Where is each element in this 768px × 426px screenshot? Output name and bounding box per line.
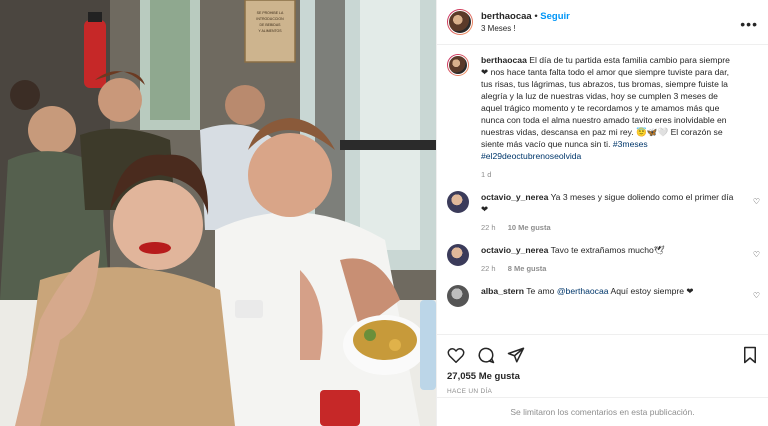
post-view: SE PROHIBE LA INTRODUCCION DE BEBIDAS Y … — [0, 0, 768, 426]
comment-username[interactable]: octavio_y_nerea — [481, 245, 548, 255]
caption-text-block: berthaocaa El día de tu partida esta fam… — [481, 54, 758, 162]
avatar[interactable] — [447, 285, 469, 307]
comment-time: 22 h — [481, 264, 496, 273]
share-icon[interactable] — [507, 346, 525, 364]
comment-text-block: octavio_y_nerea Tavo te extrañamos mucho… — [481, 244, 758, 256]
comment-username[interactable]: octavio_y_nerea — [481, 192, 548, 202]
comment-text-suffix: Aquí estoy siempre ❤ — [608, 286, 694, 296]
header-user: berthaocaa • Seguir — [481, 11, 570, 22]
svg-text:INTRODUCCION: INTRODUCCION — [256, 17, 284, 21]
svg-text:Y ALIMENTOS: Y ALIMENTOS — [258, 29, 282, 33]
post-date: HACE UN DÍA — [447, 388, 493, 395]
heart-icon[interactable]: ♡ — [753, 197, 760, 206]
caption-text: El día de tu partida esta familia cambio… — [481, 55, 730, 149]
avatar[interactable] — [447, 244, 469, 266]
comment-icon[interactable] — [477, 346, 495, 364]
caption-avatar[interactable] — [447, 54, 469, 76]
action-bar: 27,055 Me gusta HACE UN DÍA — [437, 334, 768, 395]
svg-text:DE BEBIDAS: DE BEBIDAS — [259, 23, 281, 27]
follow-button[interactable]: Seguir — [540, 11, 570, 22]
comment-meta: 22 h 8 Me gusta — [481, 264, 758, 273]
comment-likes[interactable]: 10 Me gusta — [508, 223, 551, 232]
likes-count[interactable]: 27,055 Me gusta — [447, 371, 758, 382]
comment-username[interactable]: alba_stern — [481, 286, 524, 296]
heart-icon[interactable]: ♡ — [753, 250, 760, 259]
comment-time: 22 h — [481, 223, 496, 232]
comment-meta: 22 h 10 Me gusta — [481, 223, 758, 232]
username-link[interactable]: berthaocaa — [481, 11, 532, 22]
post-header: berthaocaa • Seguir 3 Meses ! ••• — [437, 0, 768, 45]
comment-likes[interactable]: 8 Me gusta — [508, 264, 547, 273]
comment-mention[interactable]: @berthaocaa — [557, 286, 609, 296]
comment-text-block: octavio_y_nerea Ya 3 meses y sigue dolie… — [481, 191, 758, 215]
like-icon[interactable] — [447, 347, 465, 363]
post-photo[interactable]: SE PROHIBE LA INTRODUCCION DE BEBIDAS Y … — [0, 0, 436, 426]
list-item: octavio_y_nerea Tavo te extrañamos mucho… — [437, 244, 768, 273]
action-icons — [447, 341, 758, 369]
avatar[interactable] — [447, 9, 473, 35]
avatar[interactable] — [447, 191, 469, 213]
more-icon[interactable]: ••• — [740, 16, 758, 32]
photo-illustration: SE PROHIBE LA INTRODUCCION DE BEBIDAS Y … — [0, 0, 436, 426]
list-item: octavio_y_nerea Ya 3 meses y sigue dolie… — [437, 191, 768, 232]
sign-text: SE PROHIBE LA — [257, 11, 284, 15]
comments-limited-notice: Se limitaron los comentarios en esta pub… — [437, 397, 768, 426]
comments-list: berthaocaa El día de tu partida esta fam… — [437, 54, 768, 334]
comment-text-block: alba_stern Te amo @berthaocaa Aquí estoy… — [481, 285, 758, 297]
comment-text: Tavo te extrañamos mucho🕊 — [550, 245, 665, 255]
caption-username[interactable]: berthaocaa — [481, 55, 527, 65]
post-panel: berthaocaa • Seguir 3 Meses ! ••• bertha… — [436, 0, 768, 426]
post-subtitle: 3 Meses ! — [481, 24, 516, 33]
caption: berthaocaa El día de tu partida esta fam… — [437, 54, 768, 179]
heart-icon[interactable]: ♡ — [753, 291, 760, 300]
comment-text-prefix: Te amo — [526, 286, 557, 296]
list-item: alba_stern Te amo @berthaocaa Aquí estoy… — [437, 285, 768, 307]
bookmark-icon[interactable] — [742, 346, 758, 364]
caption-time: 1 d — [481, 170, 492, 179]
